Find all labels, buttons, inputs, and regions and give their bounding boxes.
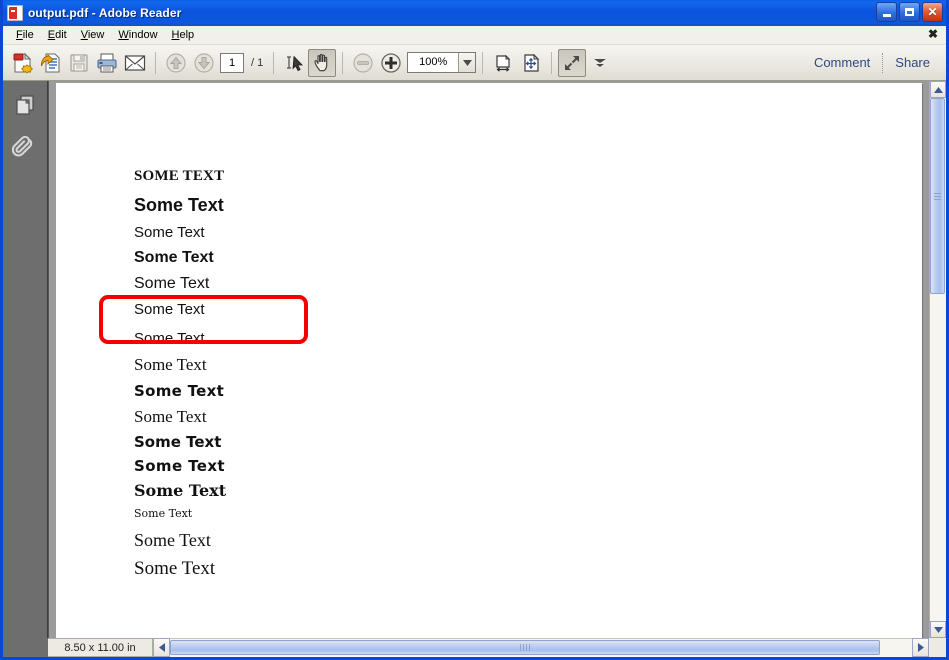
page-thumbnails-icon[interactable]: [10, 90, 40, 120]
pdf-page: SOME TEXT Some Text Some Text Some Text …: [56, 83, 922, 638]
comment-pane-button[interactable]: Comment: [804, 55, 880, 70]
document-line: Some Text: [134, 530, 226, 551]
toolbar-separator: [342, 52, 343, 74]
document-line: Some Text: [134, 249, 226, 267]
zoom-level-combobox[interactable]: 100%: [407, 52, 476, 73]
email-icon[interactable]: [121, 49, 149, 77]
next-page-icon[interactable]: [190, 49, 218, 77]
toolbar-separator: [155, 52, 156, 74]
scroll-right-button[interactable]: [912, 638, 929, 657]
menu-bar: File Edit View Window Help ✖: [3, 26, 946, 45]
document-line: Some Text: [134, 330, 226, 347]
attachments-icon[interactable]: [10, 132, 40, 162]
document-line: SOME TEXT: [134, 168, 226, 185]
document-line: Some Text: [134, 481, 226, 500]
document-view[interactable]: SOME TEXT Some Text Some Text Some Text …: [48, 81, 929, 638]
document-line: Some Text: [134, 457, 226, 475]
scroll-up-button[interactable]: [930, 81, 946, 98]
maximize-button[interactable]: [899, 2, 920, 22]
scroll-down-button[interactable]: [930, 621, 946, 638]
export-pdf-icon[interactable]: [37, 49, 65, 77]
toolbar-separator: [551, 52, 552, 74]
scroll-left-button[interactable]: [153, 638, 170, 657]
document-line: Some Text: [134, 407, 226, 427]
menu-item-help[interactable]: Help: [165, 28, 202, 42]
document-line: Some Text: [134, 275, 226, 293]
status-bar: 8.50 x 11.00 in: [3, 638, 946, 657]
horizontal-scroll-track[interactable]: [170, 638, 912, 657]
pdf-document-icon: [7, 5, 23, 21]
select-tool-icon[interactable]: [280, 49, 308, 77]
navigation-pane: [3, 81, 48, 638]
document-line: Some Text: [134, 301, 226, 318]
document-line: Some Text: [134, 355, 226, 375]
zoom-out-icon[interactable]: [349, 49, 377, 77]
share-pane-button[interactable]: Share: [885, 55, 940, 70]
vertical-scroll-track[interactable]: [930, 98, 946, 621]
save-icon[interactable]: [65, 49, 93, 77]
menu-item-view[interactable]: View: [74, 28, 112, 42]
title-bar: output.pdf - Adobe Reader ✕: [3, 0, 946, 26]
print-icon[interactable]: [93, 49, 121, 77]
toolbar-dotted-separator: [882, 53, 883, 73]
page-size-label: 8.50 x 11.00 in: [48, 638, 153, 657]
chevron-down-icon[interactable]: [458, 53, 475, 72]
document-line: Some Text: [134, 224, 226, 241]
window-title: output.pdf - Adobe Reader: [28, 6, 181, 20]
adobe-reader-window: output.pdf - Adobe Reader ✕ File Edit Vi…: [0, 0, 949, 660]
document-line: Some Text: [134, 382, 226, 400]
menu-item-edit[interactable]: Edit: [41, 28, 74, 42]
close-button[interactable]: ✕: [922, 2, 943, 22]
document-line: Some Text: [134, 433, 226, 451]
zoom-level-value: 100%: [408, 53, 458, 72]
page-number-input[interactable]: 1: [220, 53, 244, 73]
fit-page-icon[interactable]: [517, 49, 545, 77]
hand-tool-icon[interactable]: [308, 49, 336, 77]
menu-item-window[interactable]: Window: [111, 28, 164, 42]
vertical-scrollbar[interactable]: [929, 81, 946, 638]
zoom-in-icon[interactable]: [377, 49, 405, 77]
document-text-block: SOME TEXT Some Text Some Text Some Text …: [134, 168, 226, 580]
toolbar: 1 / 1: [3, 45, 946, 81]
toolbar-overflow-icon[interactable]: [586, 49, 614, 77]
document-line: Some Text: [134, 507, 226, 520]
vertical-scroll-thumb[interactable]: [930, 98, 945, 294]
read-mode-icon[interactable]: [558, 49, 586, 77]
close-document-icon[interactable]: ✖: [928, 28, 938, 41]
scrollbar-corner: [929, 638, 946, 657]
status-bar-left-filler: [3, 638, 48, 657]
previous-page-icon[interactable]: [162, 49, 190, 77]
menu-item-file[interactable]: File: [9, 28, 41, 42]
horizontal-scroll-thumb[interactable]: [170, 640, 880, 655]
create-pdf-icon[interactable]: [9, 49, 37, 77]
page-total-label: / 1: [251, 57, 263, 69]
document-line: Some Text: [134, 558, 226, 580]
toolbar-separator: [273, 52, 274, 74]
document-line: Some Text: [134, 195, 226, 216]
window-controls: ✕: [876, 2, 943, 22]
fit-width-icon[interactable]: [489, 49, 517, 77]
minimize-button[interactable]: [876, 2, 897, 22]
toolbar-separator: [482, 52, 483, 74]
main-area: SOME TEXT Some Text Some Text Some Text …: [3, 81, 946, 638]
